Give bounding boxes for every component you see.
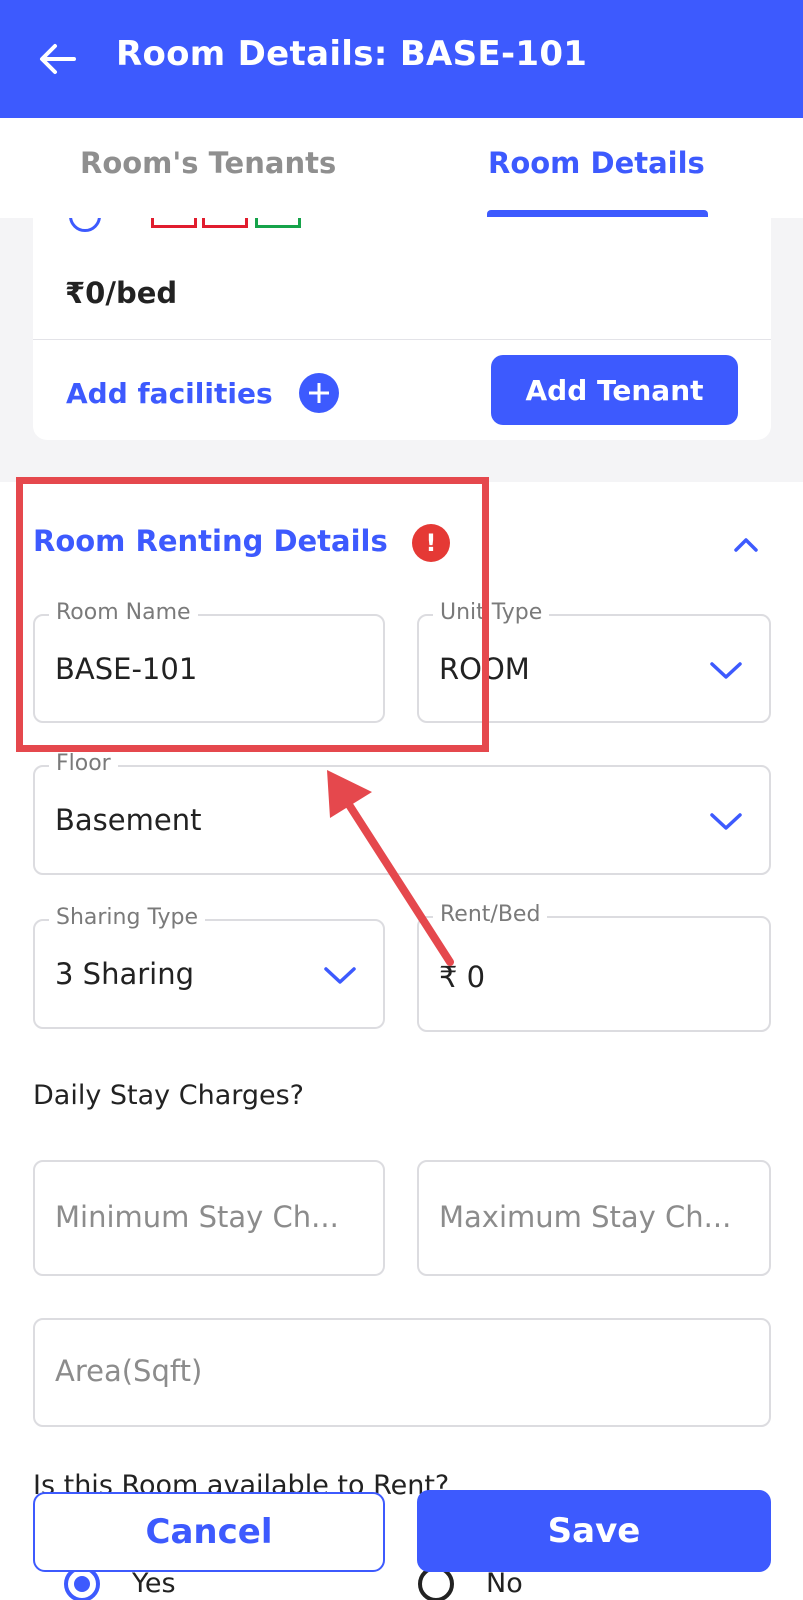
sharing-type-value: 3 Sharing	[55, 957, 194, 991]
occupied-bed-icon	[202, 218, 248, 228]
rent-per-bed: ₹0/bed	[65, 276, 178, 310]
room-summary-card: ₹0/bed Add facilities Add Tenant	[33, 218, 771, 440]
maximum-stay-charge-input[interactable]: Maximum Stay Ch...	[417, 1160, 771, 1276]
active-tab-indicator	[487, 210, 708, 217]
app-bar: Room Details: BASE-101	[0, 0, 803, 118]
rent-per-bed-value: ₹ 0	[439, 960, 486, 994]
radio-yes-label: Yes	[132, 1568, 176, 1599]
maximum-stay-placeholder: Maximum Stay Ch...	[439, 1200, 732, 1234]
tab-room-details[interactable]: Room Details	[488, 146, 705, 180]
vacant-bed-icon	[255, 218, 301, 228]
divider	[33, 339, 771, 340]
daily-stay-label: Daily Stay Charges?	[33, 1080, 305, 1111]
sharing-type-label: Sharing Type	[49, 905, 205, 930]
tab-bar: Room's Tenants Room Details	[0, 118, 803, 218]
save-button[interactable]: Save	[417, 1490, 771, 1572]
plus-circle-icon	[298, 373, 339, 413]
minimum-stay-charge-input[interactable]: Minimum Stay Ch...	[33, 1160, 385, 1276]
add-facilities-button[interactable]: Add facilities	[66, 373, 339, 413]
cancel-button[interactable]: Cancel	[33, 1492, 385, 1572]
floor-value: Basement	[55, 803, 202, 837]
rent-per-bed-input[interactable]: Rent/Bed ₹ 0	[417, 902, 771, 1032]
radio-no-label: No	[486, 1568, 523, 1599]
occupied-bed-icon	[151, 218, 197, 228]
back-arrow-icon[interactable]	[36, 38, 78, 80]
tab-rooms-tenants[interactable]: Room's Tenants	[80, 146, 336, 180]
floor-label: Floor	[49, 751, 118, 776]
add-tenant-button[interactable]: Add Tenant	[491, 355, 738, 425]
sharing-type-select[interactable]: Sharing Type 3 Sharing	[33, 905, 385, 1029]
bed-status-row	[69, 218, 309, 232]
minimum-stay-placeholder: Minimum Stay Ch...	[55, 1200, 339, 1234]
chevron-up-icon[interactable]	[733, 532, 759, 558]
annotation-highlight-box	[16, 477, 489, 752]
chevron-down-icon	[710, 813, 742, 830]
chevron-down-icon	[710, 662, 742, 679]
add-facilities-label: Add facilities	[66, 376, 273, 410]
rent-per-bed-label: Rent/Bed	[433, 902, 548, 927]
area-placeholder: Area(Sqft)	[55, 1354, 203, 1388]
floor-select[interactable]: Floor Basement	[33, 751, 771, 875]
chevron-down-icon	[324, 967, 356, 984]
page-title: Room Details: BASE-101	[116, 34, 588, 74]
area-input[interactable]: Area(Sqft)	[33, 1318, 771, 1427]
info-icon[interactable]	[69, 218, 101, 232]
